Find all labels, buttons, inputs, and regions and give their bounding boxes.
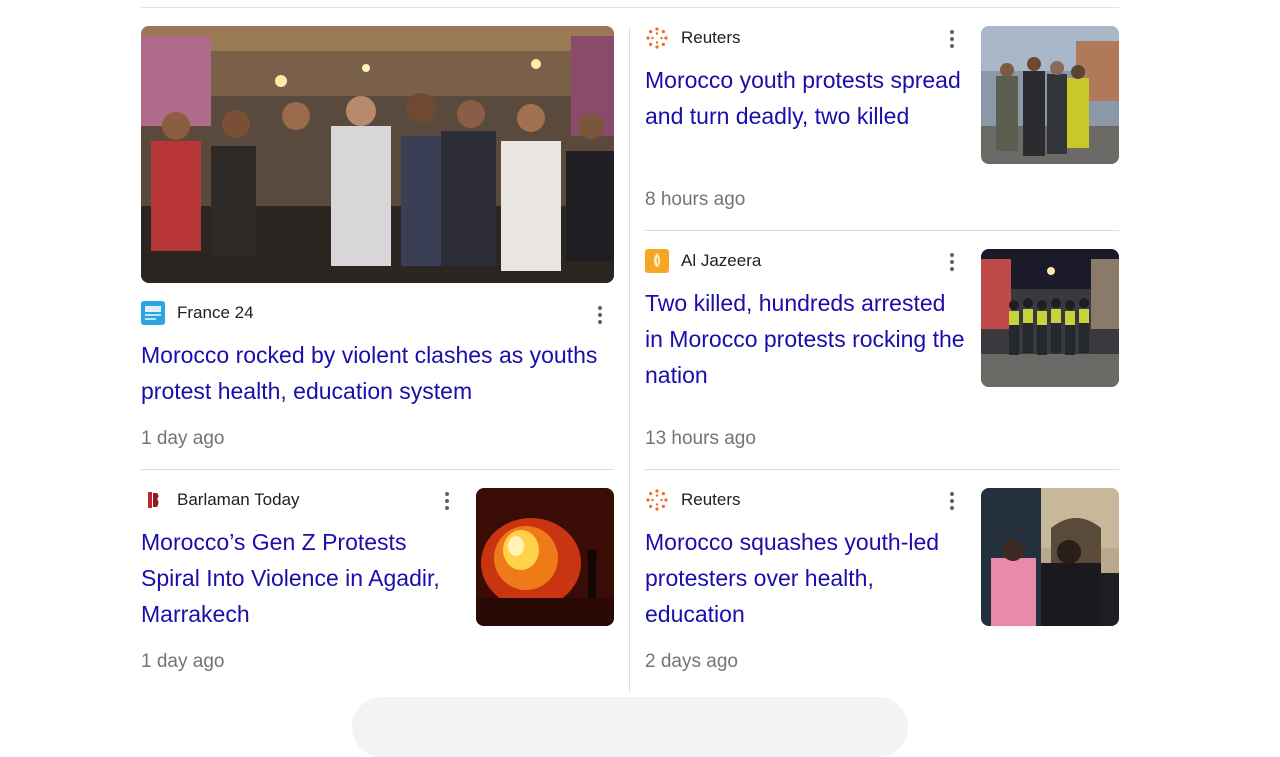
more-options-button[interactable] (942, 27, 962, 51)
more-vert-icon (445, 492, 449, 510)
article-image-crowd-protest[interactable] (141, 26, 614, 283)
more-vert-icon (950, 30, 954, 48)
article-timestamp: 1 day ago (141, 428, 225, 449)
article-timestamp: 13 hours ago (645, 428, 756, 449)
more-options-button[interactable] (437, 489, 457, 513)
police-line-image (981, 249, 1119, 387)
more-news-button[interactable] (352, 697, 908, 757)
article-headline[interactable]: Morocco’s Gen Z Protests Spiral Into Vio… (141, 524, 461, 632)
article-source: Barlaman Today (141, 488, 300, 512)
article-timestamp: 2 days ago (645, 651, 738, 672)
article-source: Reuters (645, 26, 741, 50)
article-headline[interactable]: Morocco squashes youth-led protesters ov… (645, 524, 965, 632)
more-vert-icon (950, 492, 954, 510)
article-source: Al Jazeera (645, 249, 761, 273)
row-divider (645, 469, 1119, 470)
article-image-fire-night[interactable] (476, 488, 614, 626)
reuters-icon (645, 488, 669, 512)
article-timestamp: 8 hours ago (645, 189, 746, 210)
crowd-protest-image (141, 26, 614, 283)
source-name: Reuters (681, 490, 741, 509)
source-name: Al Jazeera (681, 251, 762, 270)
article-source: Reuters (645, 488, 741, 512)
top-divider (141, 7, 1119, 8)
article-image-police-line[interactable] (981, 249, 1119, 387)
article-headline[interactable]: Morocco rocked by violent clashes as you… (141, 337, 601, 409)
article-headline[interactable]: Morocco youth protests spread and turn d… (645, 62, 965, 134)
article-image-police-escort[interactable] (981, 26, 1119, 164)
article-headline[interactable]: Two killed, hundreds arrested in Morocco… (645, 285, 965, 393)
source-name: Reuters (681, 28, 741, 47)
source-name: Barlaman Today (177, 490, 300, 509)
more-vert-icon (950, 253, 954, 271)
aljazeera-icon (645, 249, 669, 273)
france24-icon (141, 301, 165, 325)
more-vert-icon (598, 306, 602, 324)
column-divider (629, 28, 630, 692)
arrest-street-image (981, 488, 1119, 626)
article-image-arrest-street[interactable] (981, 488, 1119, 626)
police-escort-image (981, 26, 1119, 164)
reuters-icon (645, 26, 669, 50)
article-timestamp: 1 day ago (141, 651, 225, 672)
source-name: France 24 (177, 303, 254, 322)
fire-night-image (476, 488, 614, 626)
more-options-button[interactable] (590, 303, 610, 327)
more-options-button[interactable] (942, 250, 962, 274)
row-divider (141, 469, 614, 470)
barlaman-icon (141, 488, 165, 512)
row-divider (645, 230, 1119, 231)
article-source: France 24 (141, 301, 254, 325)
more-options-button[interactable] (942, 489, 962, 513)
